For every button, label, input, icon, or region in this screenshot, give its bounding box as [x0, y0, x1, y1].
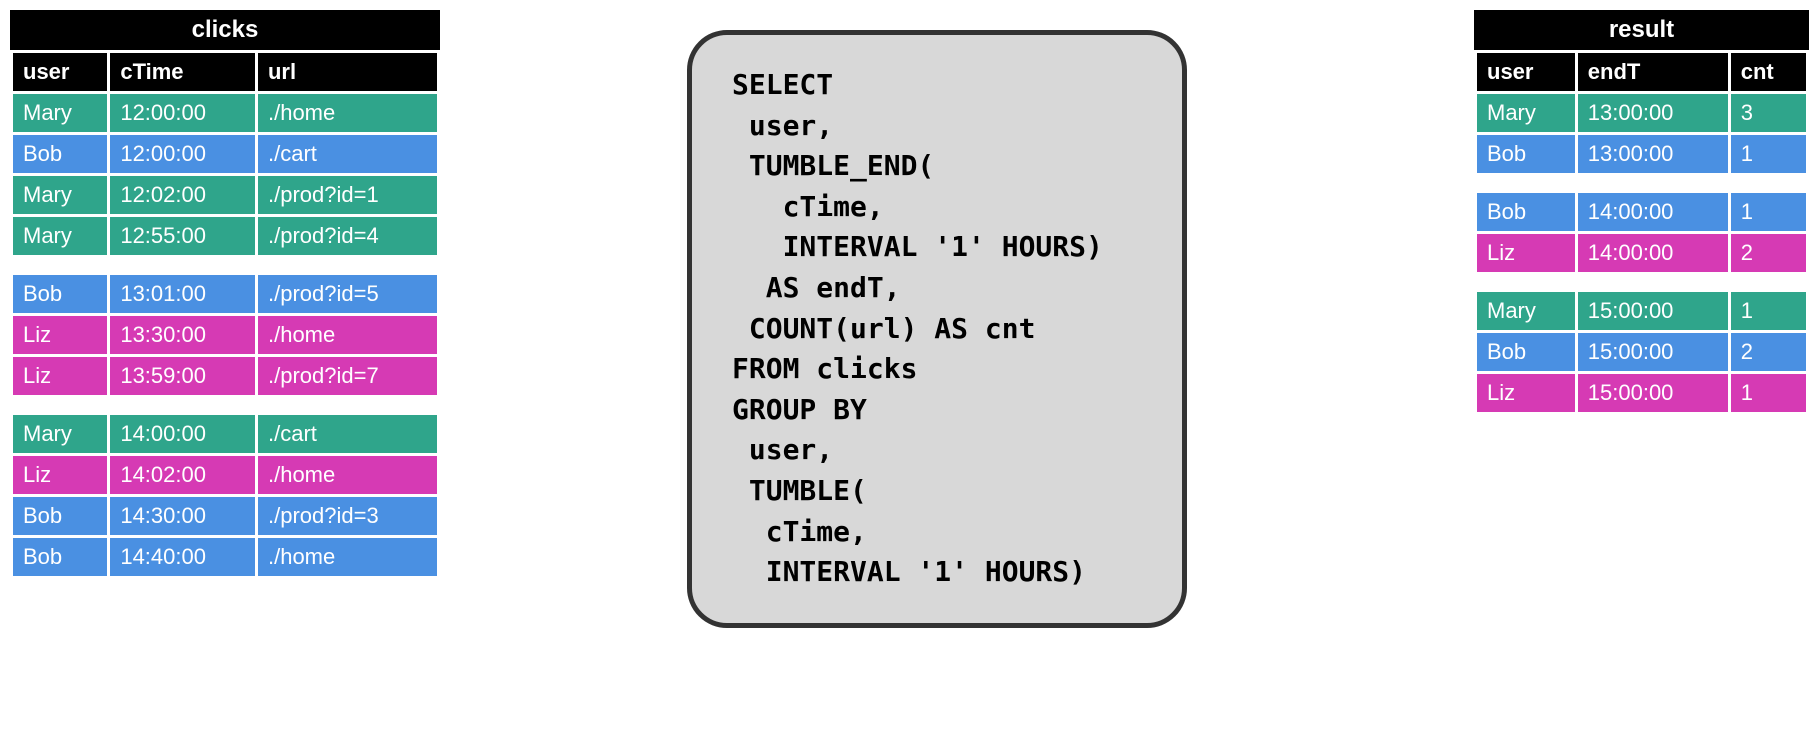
table-cell: 12:00:00	[110, 94, 255, 132]
table-cell: ./prod?id=5	[258, 275, 437, 313]
table-row: Bob14:00:001	[1477, 193, 1806, 231]
table-row: Liz15:00:001	[1477, 374, 1806, 412]
table-cell: ./prod?id=3	[258, 497, 437, 535]
table-row: Bob12:00:00./cart	[13, 135, 437, 173]
sql-query: SELECT user, TUMBLE_END( cTime, INTERVAL…	[687, 30, 1187, 628]
table-cell: Bob	[1477, 193, 1575, 231]
table-row: Liz14:00:002	[1477, 234, 1806, 272]
table-cell: 3	[1731, 94, 1806, 132]
table-row: Bob14:30:00./prod?id=3	[13, 497, 437, 535]
table-cell: Mary	[13, 94, 107, 132]
table-row: Mary14:00:00./cart	[13, 415, 437, 453]
clicks-title: clicks	[10, 10, 440, 50]
table-cell: 15:00:00	[1578, 292, 1728, 330]
table-row: Liz13:59:00./prod?id=7	[13, 357, 437, 395]
table-row: Liz14:02:00./home	[13, 456, 437, 494]
table-cell: 1	[1731, 292, 1806, 330]
table-row: Mary12:02:00./prod?id=1	[13, 176, 437, 214]
result-header-endt: endT	[1578, 53, 1728, 91]
table-cell: Bob	[13, 538, 107, 576]
table-cell: 2	[1731, 333, 1806, 371]
table-cell: Bob	[13, 497, 107, 535]
table-cell: Mary	[13, 415, 107, 453]
table-cell: Mary	[1477, 292, 1575, 330]
table-cell: 14:00:00	[1578, 193, 1728, 231]
table-cell: 1	[1731, 135, 1806, 173]
table-cell: ./prod?id=1	[258, 176, 437, 214]
table-cell: 14:00:00	[110, 415, 255, 453]
table-cell: 13:00:00	[1578, 94, 1728, 132]
table-cell: 15:00:00	[1578, 374, 1728, 412]
table-cell: 13:01:00	[110, 275, 255, 313]
clicks-table: clicks user cTime url Mary12:00:00./home…	[10, 10, 440, 579]
table-row: Mary15:00:001	[1477, 292, 1806, 330]
table-row: Liz13:30:00./home	[13, 316, 437, 354]
table-row: Bob13:00:001	[1477, 135, 1806, 173]
table-cell: ./prod?id=7	[258, 357, 437, 395]
table-cell: 2	[1731, 234, 1806, 272]
table-cell: ./home	[258, 538, 437, 576]
table-cell: Mary	[1477, 94, 1575, 132]
table-row: Mary12:55:00./prod?id=4	[13, 217, 437, 255]
clicks-header-url: url	[258, 53, 437, 91]
table-cell: Liz	[1477, 374, 1575, 412]
table-cell: 13:00:00	[1578, 135, 1728, 173]
table-cell: Bob	[13, 135, 107, 173]
table-cell: 12:00:00	[110, 135, 255, 173]
table-row: Mary12:00:00./home	[13, 94, 437, 132]
table-cell: ./home	[258, 94, 437, 132]
table-row: Bob15:00:002	[1477, 333, 1806, 371]
table-cell: ./home	[258, 456, 437, 494]
result-table: result user endT cnt Mary13:00:003Bob13:…	[1474, 10, 1809, 415]
table-cell: Liz	[13, 456, 107, 494]
table-cell: Liz	[1477, 234, 1575, 272]
result-table-container: result user endT cnt Mary13:00:003Bob13:…	[1474, 10, 1809, 415]
clicks-table-container: clicks user cTime url Mary12:00:00./home…	[10, 10, 440, 579]
table-row: Mary13:00:003	[1477, 94, 1806, 132]
table-row: Bob14:40:00./home	[13, 538, 437, 576]
table-cell: Liz	[13, 357, 107, 395]
clicks-header-ctime: cTime	[110, 53, 255, 91]
table-cell: Liz	[13, 316, 107, 354]
table-cell: ./cart	[258, 415, 437, 453]
table-cell: 13:59:00	[110, 357, 255, 395]
table-cell: 14:00:00	[1578, 234, 1728, 272]
table-cell: ./home	[258, 316, 437, 354]
result-header-cnt: cnt	[1731, 53, 1806, 91]
clicks-header-user: user	[13, 53, 107, 91]
table-row: Bob13:01:00./prod?id=5	[13, 275, 437, 313]
table-cell: 12:02:00	[110, 176, 255, 214]
table-cell: 14:40:00	[110, 538, 255, 576]
result-header-user: user	[1477, 53, 1575, 91]
table-cell: 1	[1731, 374, 1806, 412]
table-cell: ./prod?id=4	[258, 217, 437, 255]
table-cell: Bob	[1477, 135, 1575, 173]
table-cell: ./cart	[258, 135, 437, 173]
table-cell: Mary	[13, 176, 107, 214]
table-cell: 14:30:00	[110, 497, 255, 535]
table-cell: Bob	[13, 275, 107, 313]
result-title: result	[1474, 10, 1809, 50]
table-cell: 15:00:00	[1578, 333, 1728, 371]
table-cell: Mary	[13, 217, 107, 255]
table-cell: 1	[1731, 193, 1806, 231]
table-cell: Bob	[1477, 333, 1575, 371]
table-cell: 14:02:00	[110, 456, 255, 494]
table-cell: 13:30:00	[110, 316, 255, 354]
table-cell: 12:55:00	[110, 217, 255, 255]
